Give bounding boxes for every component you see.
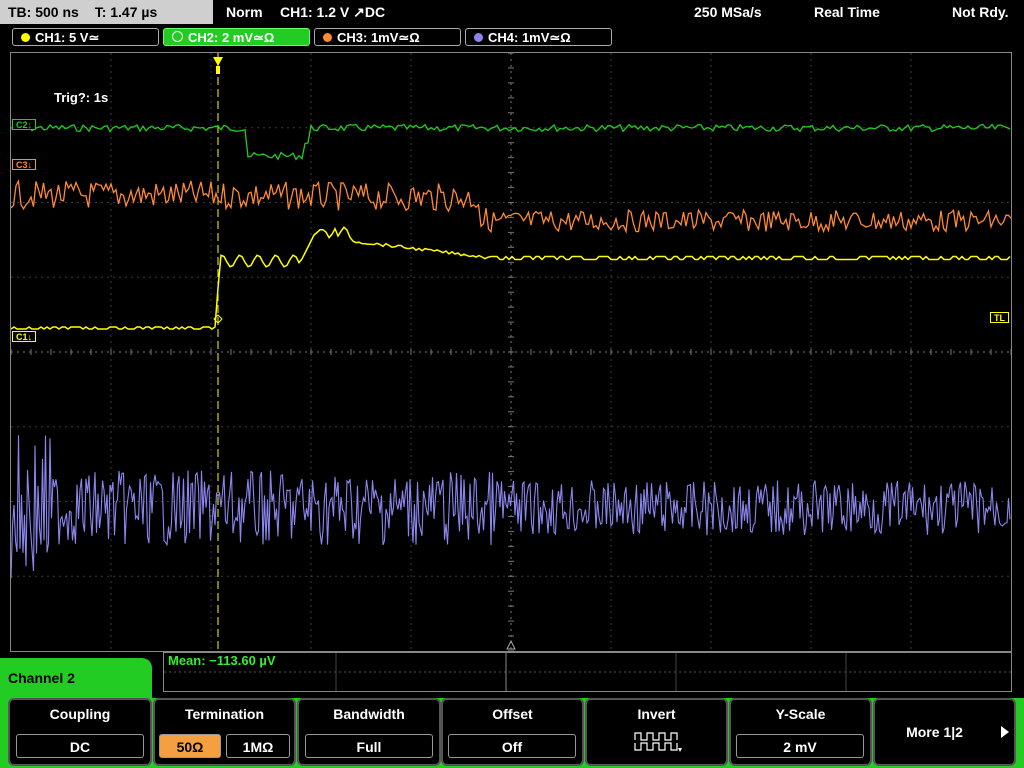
menu-title: Channel 2	[0, 658, 152, 698]
ch3-tab-label: CH3: 1mV≃Ω	[337, 30, 420, 45]
bandwidth-value[interactable]: Full	[305, 734, 433, 758]
channel-tab-ch3[interactable]: CH3: 1mV≃Ω	[314, 28, 461, 46]
yscale-value[interactable]: 2 mV	[736, 734, 864, 758]
termination-title: Termination	[184, 706, 265, 722]
offset-value[interactable]: Off	[448, 734, 576, 758]
acquisition-mode: Real Time	[814, 4, 880, 20]
ch2-dot-icon	[172, 31, 183, 42]
ch3-level-tag[interactable]: C3↓	[12, 159, 37, 170]
trigger-status-text: Trig?: 1s	[54, 90, 109, 105]
yscale-title: Y-Scale	[775, 706, 826, 722]
termination-softkey[interactable]: Termination 50Ω 1MΩ	[153, 698, 296, 766]
waveform-display[interactable]	[10, 52, 1012, 652]
timebase-box[interactable]: TB: 500 ns T: 1.47 µs	[0, 0, 213, 24]
invert-waveform-icon	[634, 732, 682, 752]
ch4-dot-icon	[474, 33, 483, 42]
more-title: More 1|2	[906, 724, 963, 740]
trigger-source: CH1: 1.2 V ↗DC	[280, 4, 386, 20]
yscale-softkey[interactable]: Y-Scale 2 mV	[729, 698, 872, 766]
offset-softkey[interactable]: Offset Off	[441, 698, 584, 766]
channel-tab-ch2[interactable]: CH2: 2 mV≃Ω	[163, 28, 310, 46]
sample-rate: 250 MSa/s	[694, 4, 762, 20]
mean-measurement: Mean: −113.60 µV	[168, 653, 276, 668]
trigger-state: Not Rdy.	[952, 4, 1009, 20]
time-label: T: 1.47 µs	[94, 4, 158, 20]
ch3-waveform	[11, 178, 1011, 235]
ch1-waveform	[11, 226, 1011, 330]
trigger-mode: Norm	[226, 4, 263, 20]
termination-50ohm-button[interactable]: 50Ω	[159, 734, 221, 758]
ch1-dot-icon	[21, 33, 30, 42]
bandwidth-title: Bandwidth	[333, 706, 405, 722]
timebase-label: TB: 500 ns	[8, 4, 79, 20]
status-bar: TB: 500 ns T: 1.47 µs Norm CH1: 1.2 V ↗D…	[0, 0, 1024, 24]
ch1-tab-label: CH1: 5 V≃	[35, 30, 100, 45]
channel-tab-ch1[interactable]: CH1: 5 V≃	[12, 28, 159, 46]
next-page-arrow-icon	[1001, 726, 1009, 738]
trigger-position-icon[interactable]	[213, 57, 223, 66]
ch1-level-tag[interactable]: C1↓	[12, 331, 37, 342]
trigger-status-strip[interactable]: Norm CH1: 1.2 V ↗DC 250 MSa/s Real Time …	[216, 0, 1024, 24]
invert-softkey[interactable]: Invert	[585, 698, 728, 766]
graticule	[11, 53, 1011, 651]
ch3-dot-icon	[323, 33, 332, 42]
offset-title: Offset	[492, 706, 533, 722]
measurement-panel	[163, 652, 1012, 692]
more-softkey[interactable]: More 1|2	[873, 698, 1016, 766]
trigger-stem-icon	[216, 66, 220, 74]
measurement-grid	[164, 653, 1011, 691]
ch2-waveform	[11, 123, 1011, 161]
ch4-tab-label: CH4: 1mV≃Ω	[488, 30, 571, 45]
coupling-value[interactable]: DC	[16, 734, 144, 758]
waveform-svg	[11, 53, 1011, 651]
invert-title: Invert	[637, 706, 676, 722]
ch2-tab-label: CH2: 2 mV≃Ω	[188, 30, 275, 45]
coupling-title: Coupling	[49, 706, 111, 722]
bandwidth-softkey[interactable]: Bandwidth Full	[297, 698, 441, 766]
trigger-level-tag[interactable]: TL	[990, 312, 1009, 323]
ch2-level-tag[interactable]: C2↓	[12, 119, 37, 130]
channel-tab-ch4[interactable]: CH4: 1mV≃Ω	[465, 28, 612, 46]
termination-1mohm-button[interactable]: 1MΩ	[226, 734, 290, 758]
coupling-softkey[interactable]: Coupling DC	[8, 698, 152, 766]
